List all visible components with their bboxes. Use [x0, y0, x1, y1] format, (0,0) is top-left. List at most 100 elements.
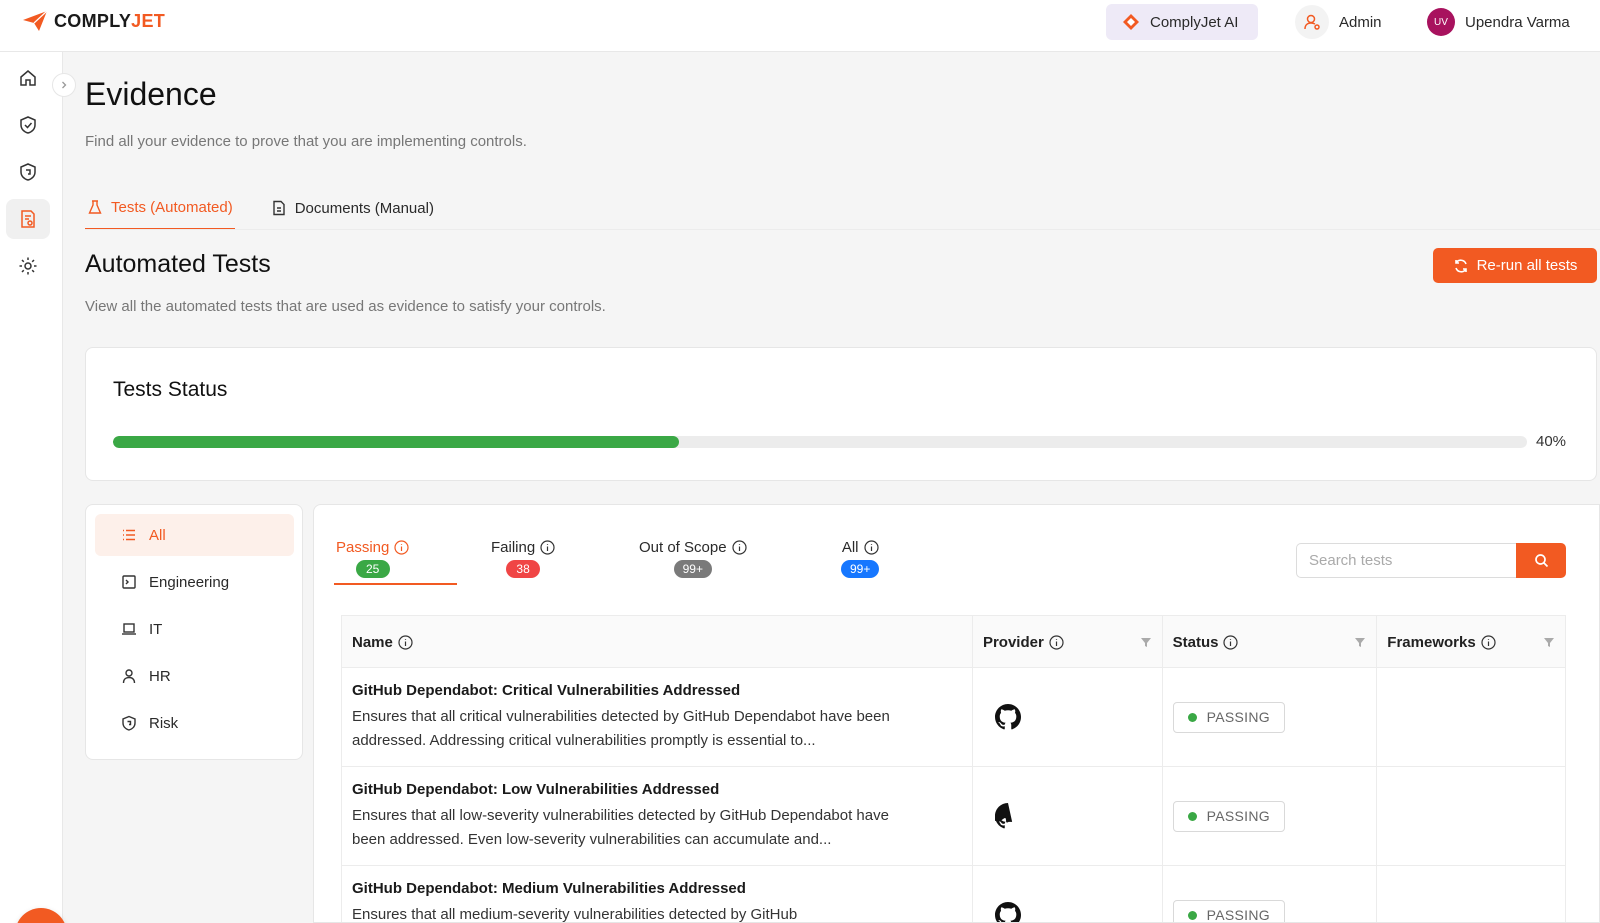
column-label: Frameworks	[1387, 633, 1476, 651]
category-item-all[interactable]: All	[95, 514, 294, 556]
category-label: HR	[149, 667, 171, 685]
shield-badge-icon	[20, 163, 36, 181]
status-dot	[1187, 910, 1197, 920]
tabs-divider	[85, 229, 1600, 230]
tests-status-card: Tests Status 40%	[85, 347, 1597, 481]
column-header-status[interactable]: Status	[1163, 616, 1378, 668]
name-cell: GitHub Dependabot: Medium Vulnerabilitie…	[342, 866, 973, 922]
status-cell: PASSING	[1163, 767, 1378, 865]
info-icon	[863, 540, 879, 555]
tests-progress-fill	[113, 436, 679, 448]
info-icon	[1049, 634, 1064, 650]
out-of-scope-count-badge: 99+	[673, 560, 712, 578]
category-item-engineering[interactable]: Engineering	[95, 561, 294, 603]
column-label: Status	[1172, 633, 1219, 651]
category-label: All	[149, 526, 166, 544]
frameworks-cell	[1377, 668, 1565, 766]
search-icon	[1534, 554, 1548, 568]
category-item-risk[interactable]: Risk	[95, 702, 294, 744]
filter-icon[interactable]	[1140, 636, 1152, 648]
test-name[interactable]: GitHub Dependabot: Medium Vulnerabilitie…	[352, 880, 962, 897]
logo-text: COMPLYJET	[54, 10, 166, 31]
category-item-hr[interactable]: HR	[95, 655, 294, 697]
sidebar-expand-button[interactable]	[52, 73, 76, 97]
table-row[interactable]: GitHub Dependabot: Low Vulnerabilities A…	[342, 767, 1565, 866]
refresh-icon	[1454, 258, 1467, 273]
gear-icon	[19, 257, 37, 275]
column-label: Provider	[982, 633, 1044, 651]
category-label: IT	[149, 620, 163, 638]
sidebar-item-controls[interactable]	[6, 105, 50, 145]
laptop-icon	[122, 623, 136, 635]
user-menu[interactable]: UV Upendra Varma	[1427, 4, 1570, 40]
test-description: Ensures that all low-severity vulnerabil…	[352, 807, 889, 848]
info-icon	[731, 540, 747, 555]
column-header-name[interactable]: Name	[342, 616, 973, 668]
status-text: PASSING	[1206, 808, 1270, 824]
filter-icon[interactable]	[1543, 636, 1555, 648]
rerun-all-tests-button[interactable]: Re-run all tests	[1433, 248, 1597, 283]
test-name[interactable]: GitHub Dependabot: Low Vulnerabilities A…	[352, 781, 962, 798]
paper-plane-icon	[23, 10, 48, 31]
table-row[interactable]: GitHub Dependabot: Medium Vulnerabilitie…	[342, 866, 1565, 923]
status-badge: PASSING	[1172, 800, 1285, 832]
admin-label: Admin	[1339, 13, 1382, 31]
chat-launcher-button[interactable]	[15, 908, 67, 923]
name-cell: GitHub Dependabot: Critical Vulnerabilit…	[342, 668, 973, 766]
top-bar: COMPLYJET ComplyJet AI Admin UV Upendra …	[0, 0, 1600, 52]
frameworks-cell	[1377, 866, 1565, 922]
logo[interactable]: COMPLYJET	[22, 10, 165, 32]
filter-tab-all[interactable]: All 99+	[841, 539, 880, 578]
shield-check-icon	[20, 116, 36, 134]
tests-table-card: Passing 25 Failing 38 Out of Scope 99+ A…	[313, 504, 1600, 923]
sidebar-item-evidence[interactable]	[6, 199, 50, 239]
table-header: Name Provider Status Frameworks	[342, 616, 1565, 668]
shield-icon	[122, 715, 136, 731]
filter-tab-out-of-scope[interactable]: Out of Scope 99+	[639, 539, 747, 578]
home-icon	[20, 70, 36, 86]
frameworks-cell	[1377, 767, 1565, 865]
category-item-it[interactable]: IT	[95, 608, 294, 650]
terminal-icon	[122, 575, 136, 589]
column-header-frameworks[interactable]: Frameworks	[1377, 616, 1565, 668]
info-icon	[540, 540, 555, 555]
admin-menu[interactable]: Admin	[1295, 4, 1382, 40]
provider-cell	[973, 767, 1163, 865]
github-icon	[994, 803, 1013, 829]
rerun-label: Re-run all tests	[1476, 257, 1578, 274]
tests-table: Name Provider Status Frameworks GitHub D…	[341, 615, 1566, 923]
active-filter-underline	[334, 583, 457, 585]
ai-label: ComplyJet AI	[1150, 13, 1239, 31]
test-description: Ensures that all critical vulnerabilitie…	[352, 708, 890, 749]
filter-label: All	[841, 539, 859, 556]
github-icon	[994, 902, 1021, 922]
status-text: PASSING	[1206, 907, 1270, 923]
info-icon	[1481, 634, 1496, 650]
search-input[interactable]	[1296, 543, 1516, 578]
status-text: PASSING	[1206, 709, 1270, 725]
test-name[interactable]: GitHub Dependabot: Critical Vulnerabilit…	[352, 682, 962, 699]
search-button[interactable]	[1516, 543, 1566, 578]
sidebar-item-settings[interactable]	[6, 246, 50, 286]
category-list: All Engineering IT HR Risk	[85, 504, 303, 760]
user-icon	[122, 669, 136, 684]
status-dot	[1187, 811, 1197, 821]
sidebar-item-policies[interactable]	[6, 152, 50, 192]
complyjet-ai-button[interactable]: ComplyJet AI	[1106, 4, 1258, 40]
status-cell: PASSING	[1163, 668, 1378, 766]
filter-tab-failing[interactable]: Failing 38	[491, 539, 555, 578]
filter-tab-passing[interactable]: Passing 25	[336, 539, 409, 578]
sidebar-item-home[interactable]	[6, 58, 50, 98]
category-label: Engineering	[149, 573, 230, 591]
tests-progress-bar	[113, 436, 1527, 448]
tab-tests-automated[interactable]: Tests (Automated)	[85, 186, 235, 230]
tab-documents-manual[interactable]: Documents (Manual)	[269, 186, 436, 230]
info-icon	[1223, 634, 1239, 650]
column-label: Name	[352, 633, 393, 651]
provider-cell	[973, 866, 1163, 922]
status-cell: PASSING	[1163, 866, 1378, 923]
filter-icon[interactable]	[1354, 636, 1366, 648]
table-row[interactable]: GitHub Dependabot: Critical Vulnerabilit…	[342, 668, 1565, 767]
column-header-provider[interactable]: Provider	[973, 616, 1163, 668]
info-icon	[394, 540, 409, 555]
